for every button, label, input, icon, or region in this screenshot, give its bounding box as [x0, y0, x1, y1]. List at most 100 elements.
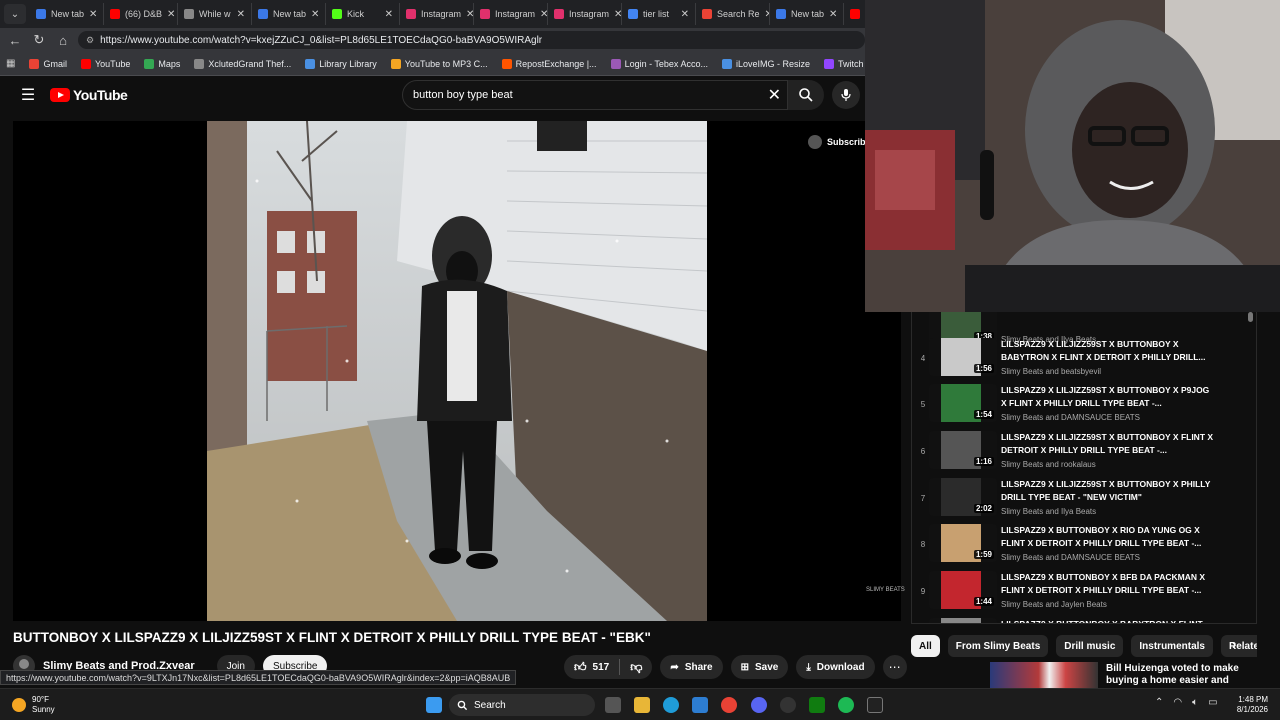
apps-icon[interactable]: ▦ — [6, 58, 15, 69]
spotify-icon[interactable] — [838, 697, 854, 713]
taskbar-search[interactable]: Search — [449, 694, 595, 716]
tab-close-icon[interactable]: ✕ — [385, 9, 393, 20]
playlist-thumbnail[interactable]: 1:54 — [929, 384, 997, 422]
playlist-scroll-thumb[interactable] — [1248, 312, 1253, 322]
playlist-thumbnail[interactable]: 1:16 — [929, 431, 997, 469]
playlist-thumbnail[interactable] — [929, 618, 997, 623]
tab-close-icon[interactable]: ✕ — [829, 9, 837, 20]
browser-tab[interactable]: Search Re✕ — [696, 3, 770, 25]
filter-chip[interactable]: All — [911, 635, 940, 657]
tab-title: (66) D&B — [125, 9, 163, 19]
obs-icon[interactable] — [780, 697, 796, 713]
battery-icon[interactable]: ▭ — [1208, 697, 1217, 708]
playlist-item[interactable]: 8 1:59 LILSPAZZ9 X BUTTONBOY X RIO DA YUNG… — [912, 524, 1252, 570]
video-frame[interactable] — [207, 121, 707, 621]
youtube-logo-text: YouTube — [73, 87, 128, 103]
wifi-icon[interactable]: ◠ — [1173, 697, 1182, 708]
bookmark-item[interactable]: Gmail — [29, 58, 67, 69]
browser-tab[interactable]: Kick ✕ — [326, 3, 400, 25]
tab-close-icon[interactable]: ✕ — [614, 9, 621, 20]
bookmark-item[interactable]: iLoveIMG - Resize — [721, 58, 810, 69]
weather-widget[interactable]: 90°F Sunny — [12, 695, 55, 715]
microsoft-store-icon[interactable] — [692, 697, 708, 713]
playlist-item[interactable]: 7 2:02 LILSPAZZ9 X LILJIZZ59ST X BUTTONBOY… — [912, 478, 1252, 524]
bookmark-item[interactable]: YouTube to MP3 C... — [390, 58, 488, 69]
home-icon[interactable]: ⌂ — [54, 33, 72, 48]
edge-icon[interactable] — [663, 697, 679, 713]
playlist-item[interactable]: 6 1:16 LILSPAZZ9 X LILJIZZ59ST X BUTTONBOY… — [912, 431, 1252, 477]
filter-chip[interactable]: Drill music — [1056, 635, 1124, 657]
dislike-button[interactable]: 👎︎ — [620, 655, 652, 679]
browser-tab[interactable]: New tab ✕ — [30, 3, 104, 25]
share-button[interactable]: ➦ Share — [660, 655, 723, 679]
search-button[interactable] — [788, 80, 824, 110]
more-actions-button[interactable]: ⋯ — [882, 655, 907, 679]
playlist-item[interactable]: LILSPAZZ9 X BUTTONBOY X BABYTRON X FLINT — [912, 618, 1252, 623]
volume-icon[interactable]: 🔈︎ — [1192, 697, 1198, 708]
task-view-icon[interactable] — [605, 697, 621, 713]
tab-close-icon[interactable]: ✕ — [89, 9, 97, 20]
tab-close-icon[interactable]: ✕ — [466, 9, 473, 20]
browser-tab[interactable]: New tab ✕ — [770, 3, 844, 25]
playlist-item[interactable]: 9 1:44 LILSPAZZ9 X BUTTONBOY X BFB DA PACK… — [912, 571, 1252, 617]
playlist-item[interactable]: 4 1:56 LILSPAZZ9 X LILJIZZ59ST X BUTTONBOY… — [912, 338, 1252, 384]
windows-start-icon[interactable] — [426, 697, 442, 713]
filter-chip[interactable]: Instrumentals — [1131, 635, 1213, 657]
playlist-thumbnail[interactable]: 1:59 — [929, 524, 997, 562]
taskbar-search-label: Search — [474, 699, 506, 711]
tab-close-icon[interactable]: ✕ — [540, 9, 547, 20]
xbox-icon[interactable] — [809, 697, 825, 713]
like-button[interactable]: 👍︎ 517 — [564, 655, 619, 679]
reload-icon[interactable]: ↻ — [30, 32, 48, 48]
news-title[interactable]: Bill Huizenga voted to make buying a hom… — [1106, 663, 1256, 687]
playlist-thumbnail[interactable]: 1:44 — [929, 571, 997, 609]
filter-chip[interactable]: From Slimy Beats — [947, 635, 1049, 657]
youtube-logo[interactable]: YouTube — [50, 87, 128, 103]
browser-tab[interactable]: tier list ✕ — [622, 3, 696, 25]
tray-overflow-icon[interactable]: ⌃ — [1155, 697, 1163, 708]
browser-tab[interactable]: Instagram ✕ — [548, 3, 622, 25]
subscribe-watermark[interactable]: Subscribe — [808, 135, 871, 149]
playlist-thumbnail[interactable]: 2:02 — [929, 478, 997, 516]
address-bar[interactable]: ⚙ https://www.youtube.com/watch?v=kxejZZ… — [78, 31, 865, 49]
tab-close-icon[interactable]: ✕ — [681, 9, 689, 20]
clear-search-icon[interactable]: ✕ — [768, 85, 781, 105]
playlist-scrollbar[interactable] — [1248, 312, 1254, 620]
browser-tab[interactable]: Instagram ✕ — [400, 3, 474, 25]
browser-tab[interactable]: C✕ — [844, 3, 865, 25]
tab-close-icon[interactable]: ✕ — [237, 9, 245, 20]
chip-next-icon[interactable]: › — [1232, 637, 1236, 652]
bookmark-item[interactable]: YouTube — [80, 58, 130, 69]
bookmark-item[interactable]: RepostExchange |... — [501, 58, 597, 69]
filter-chip[interactable]: Relate — [1220, 635, 1257, 657]
tab-search-button[interactable]: ⌄ — [4, 4, 26, 24]
site-info-icon[interactable]: ⚙ — [86, 35, 94, 46]
news-thumbnail[interactable] — [990, 662, 1098, 688]
capcut-icon[interactable] — [867, 697, 883, 713]
guide-menu-icon[interactable]: ☰ — [16, 83, 40, 107]
tab-close-icon[interactable]: ✕ — [167, 9, 175, 20]
playlist-item[interactable]: 5 1:54 LILSPAZZ9 X LILJIZZ59ST X BUTTONBOY… — [912, 384, 1252, 430]
browser-tab[interactable]: Instagram ✕ — [474, 3, 548, 25]
browser-tab[interactable]: (66) D&B ✕ — [104, 3, 178, 25]
clock[interactable]: 1:48 PM 8/1/2026 — [1232, 695, 1268, 715]
chrome-icon[interactable] — [721, 697, 737, 713]
bookmark-item[interactable]: Maps — [144, 58, 180, 69]
download-button[interactable]: ⤓ Download — [796, 655, 875, 679]
filter-chips: All From Slimy Beats Drill music Instrument… — [911, 633, 1257, 659]
search-input[interactable]: button boy type beat ✕ — [402, 80, 788, 110]
save-button[interactable]: ⊞ Save — [730, 655, 789, 679]
bookmark-item[interactable]: Library Library — [305, 58, 377, 69]
back-icon[interactable]: ← — [6, 33, 24, 48]
bookmark-item[interactable]: Twitch Emote Resiz... — [823, 58, 865, 69]
playlist-thumbnail[interactable]: 1:56 — [929, 338, 997, 376]
discord-icon[interactable] — [751, 697, 767, 713]
video-actions: 👍︎ 517 👎︎ ➦ Share ⊞ Save ⤓ Download ⋯ — [564, 655, 907, 679]
browser-tab[interactable]: While w ✕ — [178, 3, 252, 25]
voice-search-button[interactable] — [832, 81, 860, 109]
bookmark-item[interactable]: Login - Tebex Acco... — [610, 58, 708, 69]
browser-tab[interactable]: New tab ✕ — [252, 3, 326, 25]
tab-close-icon[interactable]: ✕ — [311, 9, 319, 20]
bookmark-item[interactable]: XclutedGrand Thef... — [194, 58, 291, 69]
file-explorer-icon[interactable] — [634, 697, 650, 713]
